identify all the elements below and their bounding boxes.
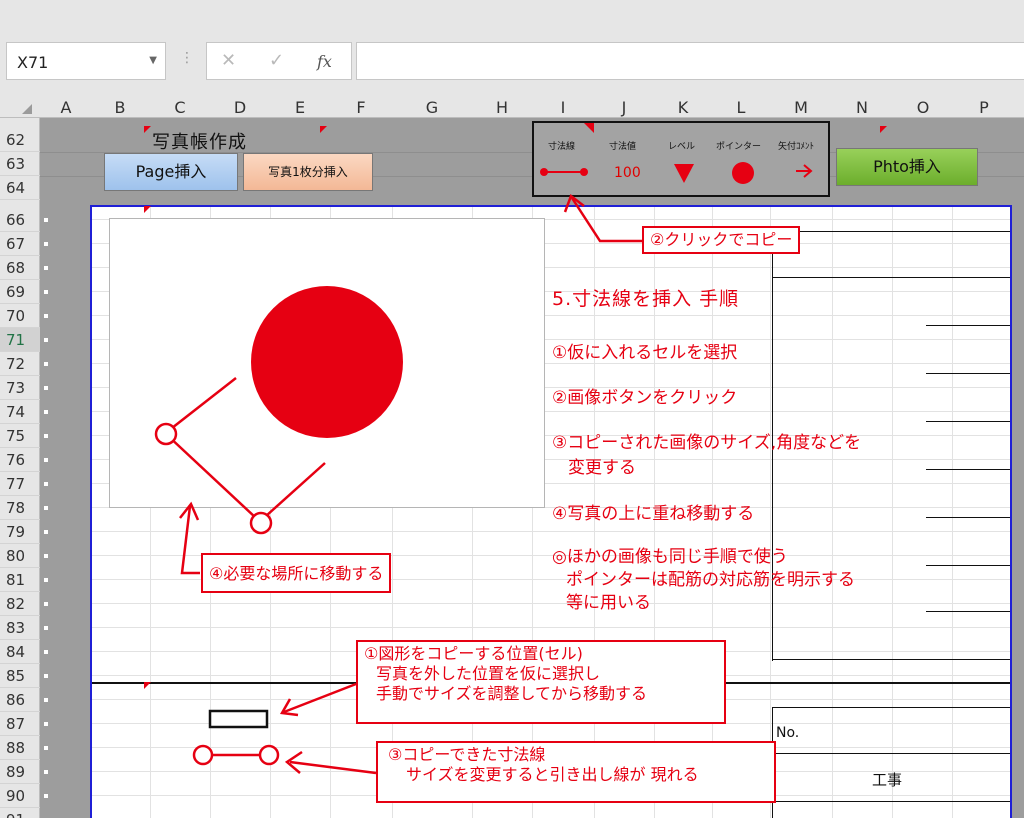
excel-window: X71 ▼ ⋮ ✕ ✓ fx ABCDEFGHIJKLMNOP 62 63 64 66…: [0, 0, 1024, 818]
callout-arrow-move-place: [179, 501, 200, 575]
callout-line: ①図形をコピーする位置(セル): [364, 644, 583, 663]
instruction-step-4: ④写真の上に重ね移動する: [552, 504, 755, 524]
instruction-step-1: ①仮に入れるセルを選択: [552, 343, 738, 363]
copied-dimension-line[interactable]: [192, 744, 280, 766]
instructions-heading: 5.寸法線を挿入 手順: [552, 288, 740, 310]
instruction-step-3-cont: 変更する: [568, 458, 636, 478]
callout-line: サイズを変更すると引き出し線が 現れる: [406, 765, 699, 784]
callout-arrow-copy-position: [279, 682, 357, 717]
instruction-step-3: ③コピーされた画像のサイズ,角度などを: [552, 433, 862, 453]
callout-line: ③コピーできた寸法線: [388, 745, 546, 764]
instruction-note-3: 等に用いる: [566, 593, 651, 613]
instruction-step-2: ②画像ボタンをクリック: [552, 388, 738, 408]
callout-copied-line: ③コピーできた寸法線 サイズを変更すると引き出し線が 現れる: [376, 741, 776, 803]
callout-arrow-copied-line: [284, 750, 377, 775]
instruction-note-1: ◎ほかの画像も同じ手順で使う: [552, 547, 788, 567]
callout-arrow-click-copy: [563, 193, 642, 243]
callout-copy-position: ①図形をコピーする位置(セル) 写真を外した位置を仮に選択し 手動でサイズを調整…: [356, 640, 726, 724]
callout-line: 手動でサイズを調整してから移動する: [376, 684, 648, 703]
callout-line: 写真を外した位置を仮に選択し: [376, 664, 601, 683]
callout-move-place: ④必要な場所に移動する: [201, 553, 392, 593]
instruction-note-2: ポインターは配筋の対応筋を明示する: [566, 570, 855, 590]
pointer-circle-shape[interactable]: [251, 286, 403, 438]
callout-click-copy: ②クリックでコピー: [642, 226, 801, 254]
selected-cell-marker[interactable]: [208, 709, 269, 729]
